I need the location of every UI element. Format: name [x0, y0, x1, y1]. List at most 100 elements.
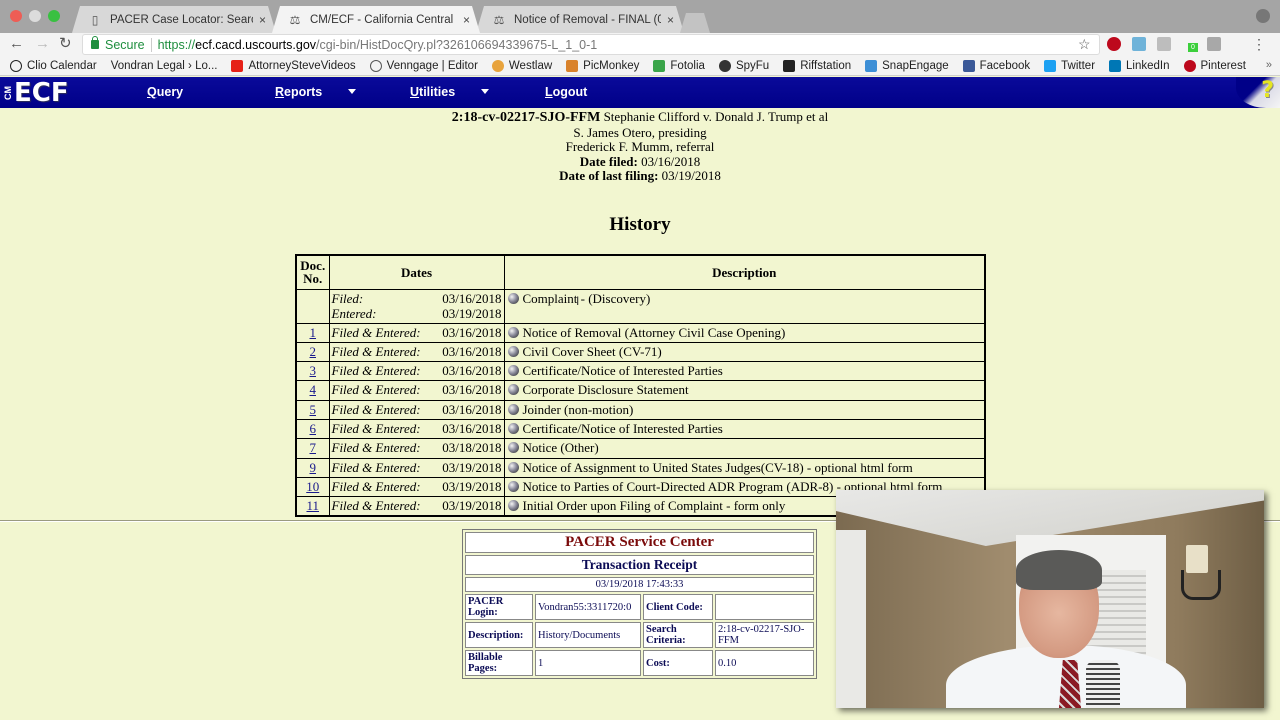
browser-tab-pacer-case-locator[interactable]: ▯ PACER Case Locator: Search R ×: [72, 6, 276, 33]
receipt-timestamp: 03/19/2018 17:43:33: [465, 577, 814, 592]
date-filed-label: Date filed:: [579, 153, 638, 169]
doc-number-link[interactable]: 9: [310, 460, 317, 475]
bookmark-item[interactable]: Clio Calendar: [10, 59, 97, 72]
description-cell: Notice of Removal (Attorney Civil Case O…: [503, 322, 986, 343]
window-minimize-button[interactable]: [29, 10, 41, 22]
doc-number-link[interactable]: 10: [306, 479, 319, 494]
doc-number-link[interactable]: 11: [306, 498, 319, 513]
login-value: Vondran55:3311720:0: [535, 594, 641, 620]
table-row: 1 Filed & Entered: 03/16/2018 Notice of Rem…: [295, 322, 986, 343]
note-extension-icon[interactable]: [1207, 37, 1221, 51]
browser-tab-notice-of-removal[interactable]: ⚖ Notice of Removal - FINAL (00 ×: [476, 6, 684, 33]
new-tab-button[interactable]: [680, 13, 710, 33]
document-bullet-icon[interactable]: [507, 422, 519, 434]
document-bullet-icon[interactable]: [507, 345, 519, 357]
bookmark-item[interactable]: SnapEngage: [865, 59, 949, 72]
bookmark-item[interactable]: Vondran Legal › Lo...: [111, 60, 218, 72]
description-cell: Corporate Disclosure Statement: [503, 380, 986, 401]
entry-description: Corporate Disclosure Statement: [522, 382, 689, 398]
satellite-extension-icon[interactable]: 0: [1182, 37, 1198, 52]
bookmark-item[interactable]: Facebook: [962, 59, 1030, 72]
filed-date: 03/16/2018: [442, 363, 502, 379]
doc-number-link[interactable]: 1: [310, 325, 317, 340]
document-bullet-icon[interactable]: [507, 326, 519, 338]
scales-icon: ⚖: [289, 12, 301, 27]
document-bullet-icon[interactable]: [507, 365, 519, 377]
window-maximize-button[interactable]: [48, 10, 60, 22]
bookmark-item[interactable]: Pinterest: [1183, 59, 1246, 72]
bookmark-item[interactable]: Twitter: [1044, 59, 1096, 72]
description-cell: Joinder (non-motion): [503, 399, 986, 420]
bookmark-item[interactable]: Fotolia: [653, 59, 705, 72]
reports-dropdown-icon[interactable]: [348, 89, 356, 94]
cost-value: 0.10: [715, 650, 814, 676]
table-row: 6 Filed & Entered: 03/16/2018 Certificate/N…: [295, 418, 986, 440]
doc-no-header: Doc. No.: [295, 254, 330, 290]
document-bullet-icon[interactable]: [507, 403, 519, 415]
lock-icon: [91, 36, 99, 49]
document-bullet-icon[interactable]: [507, 292, 519, 304]
doc-number-link[interactable]: 7: [310, 440, 317, 455]
grammar-extension-icon[interactable]: [1157, 37, 1171, 51]
doc-number-cell: 3: [295, 361, 330, 382]
table-row: 9 Filed & Entered: 03/19/2018 Notice of Ass…: [295, 457, 986, 478]
client-code-label: Client Code:: [643, 594, 713, 620]
bookmark-label: Twitter: [1061, 59, 1096, 72]
bookmark-item[interactable]: Riffstation: [783, 59, 851, 72]
table-row: 3 Filed & Entered: 03/16/2018 Certificate/N…: [295, 361, 986, 382]
reload-icon[interactable]: ↻: [59, 35, 72, 53]
forward-arrow-icon[interactable]: →: [35, 35, 50, 53]
doc-number-cell: 6: [295, 418, 330, 440]
receipt-title: PACER Service Center: [465, 532, 814, 553]
doc-number-link[interactable]: 2: [310, 344, 317, 359]
entry-description: Joinder (non-motion): [522, 401, 634, 417]
document-bullet-icon[interactable]: [507, 500, 519, 512]
dates-cell: Filed & Entered: 03/18/2018: [328, 438, 505, 459]
billable-pages-label: Billable Pages:: [465, 650, 533, 676]
extension-badge: 0: [1188, 43, 1198, 52]
window-close-button[interactable]: [10, 10, 22, 22]
document-bullet-icon[interactable]: [507, 442, 519, 454]
menu-reports[interactable]: Reports: [275, 85, 322, 99]
bookmark-item[interactable]: Westlaw: [491, 59, 552, 72]
close-icon[interactable]: ×: [667, 13, 674, 27]
bookmark-star-icon[interactable]: ☆: [1078, 36, 1091, 53]
history-heading: History: [609, 214, 671, 235]
bookmark-item[interactable]: LinkedIn: [1109, 59, 1170, 72]
document-bullet-icon[interactable]: [507, 384, 519, 396]
doc-number-cell: 10: [295, 476, 330, 498]
close-icon[interactable]: ×: [463, 13, 470, 27]
document-bullet-icon[interactable]: [507, 480, 519, 492]
bookmark-item[interactable]: PicMonkey: [566, 59, 639, 72]
pinterest-extension-icon[interactable]: [1107, 37, 1121, 51]
filed-entered-label: Filed & Entered:: [331, 440, 421, 456]
bookmarks-overflow-icon[interactable]: »: [1266, 59, 1272, 71]
text-cursor-icon: I: [576, 294, 580, 308]
bookmark-item[interactable]: AttorneySteveVideos: [231, 59, 356, 72]
bookmark-item[interactable]: SpyFu: [718, 59, 769, 72]
doc-number-link[interactable]: 3: [310, 363, 317, 378]
help-button[interactable]: ?: [1236, 77, 1280, 108]
rss-extension-icon[interactable]: [1132, 37, 1146, 51]
menu-utilities[interactable]: Utilities: [410, 85, 455, 99]
close-icon[interactable]: ×: [259, 13, 266, 27]
back-arrow-icon[interactable]: ←: [9, 35, 24, 53]
webcam-door: [836, 530, 866, 708]
doc-number-link[interactable]: 4: [310, 382, 317, 397]
profile-icon[interactable]: [1256, 9, 1270, 23]
dates-header: Dates: [328, 254, 505, 290]
filed-date: 03/19/2018: [442, 459, 502, 475]
menu-logout[interactable]: Logout: [545, 85, 587, 99]
doc-number-link[interactable]: 6: [310, 421, 317, 436]
browser-tab-cmecf[interactable]: ⚖ CM/ECF - California Central Di ×: [272, 6, 480, 33]
address-bar[interactable]: Secure https:// ecf.cacd.uscourts.gov /c…: [82, 34, 1100, 55]
doc-number-link[interactable]: 5: [310, 402, 317, 417]
filed-entered-label: Filed & Entered:: [331, 498, 421, 514]
bookmark-item[interactable]: Venngage | Editor: [369, 59, 478, 72]
document-bullet-icon[interactable]: [507, 461, 519, 473]
spyfu-icon: [718, 59, 731, 72]
entry-description: Certificate/Notice of Interested Parties: [522, 363, 723, 379]
browser-menu-icon[interactable]: ⋮: [1252, 36, 1266, 53]
menu-query[interactable]: Query: [147, 85, 183, 99]
utilities-dropdown-icon[interactable]: [481, 89, 489, 94]
